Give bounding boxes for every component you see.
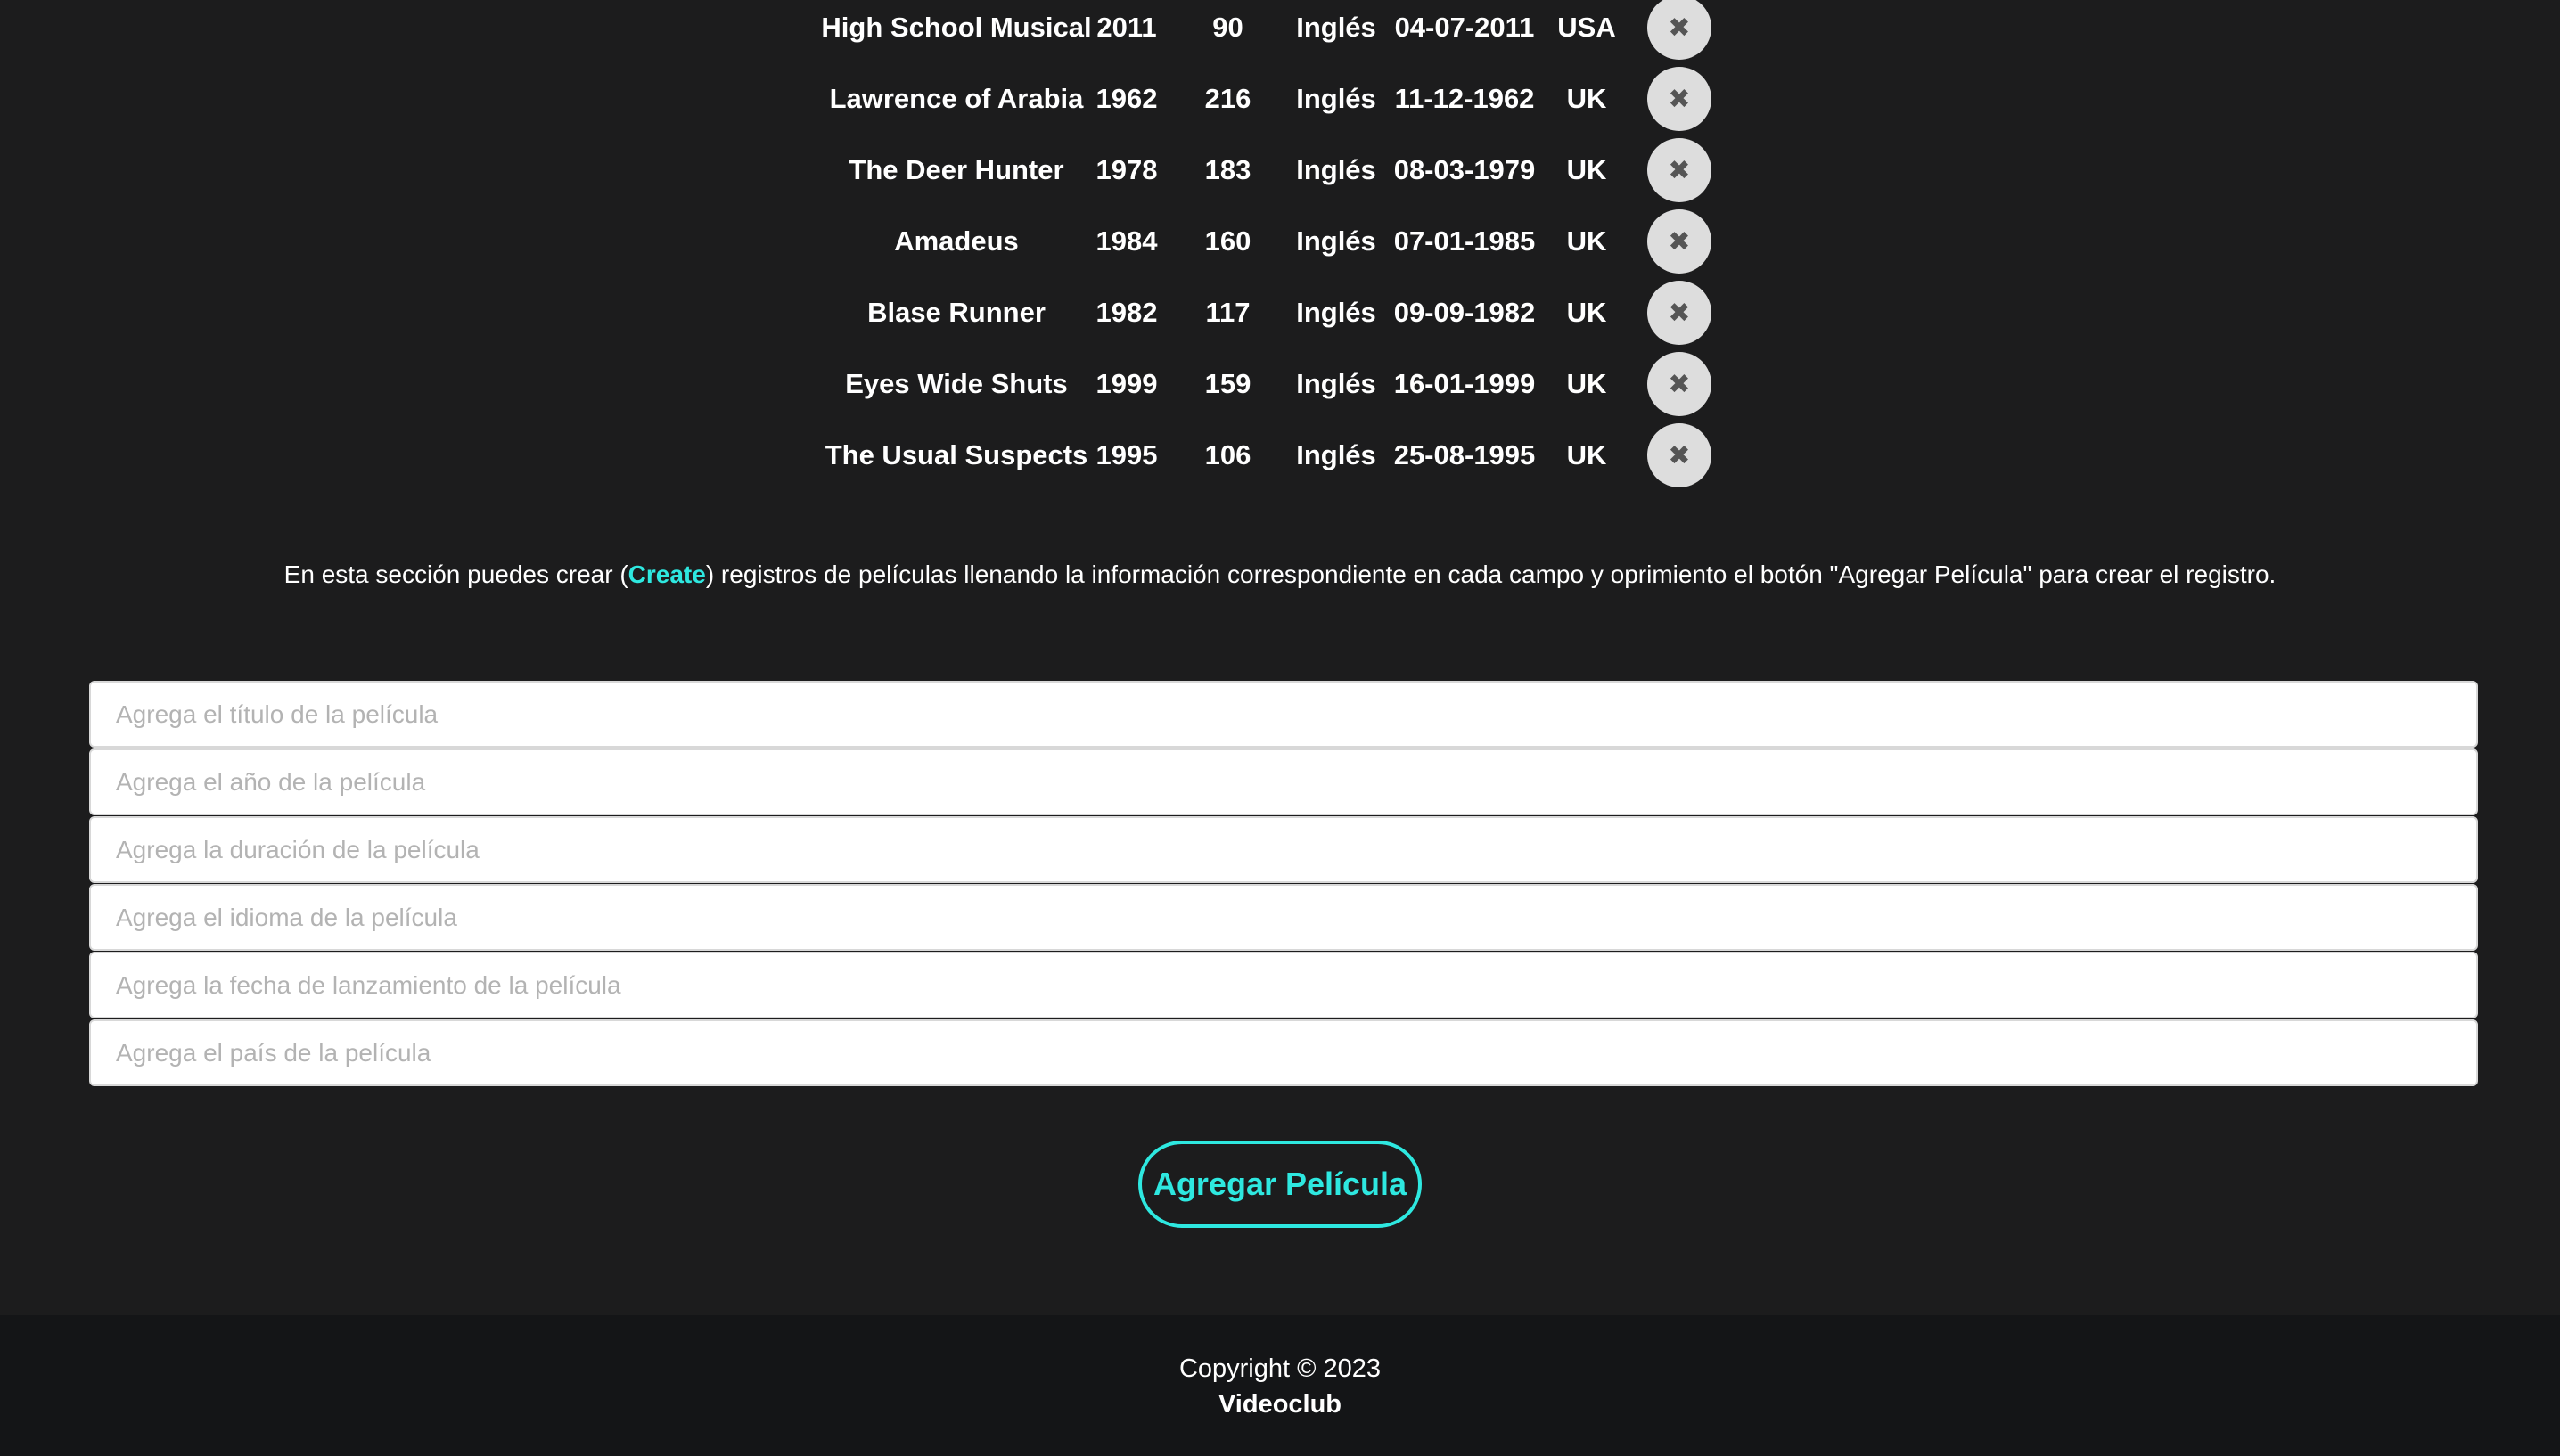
movie-release-date: 07-01-1985 [1393,225,1536,257]
description-text-after: ) registros de películas llenando la inf… [705,560,2277,588]
movie-country-input[interactable] [89,1019,2478,1086]
movie-year: 1999 [1095,368,1158,399]
close-icon: ✖ [1668,12,1691,44]
movie-language: Inglés [1296,83,1376,114]
movie-duration: 216 [1204,83,1251,114]
movie-duration: 90 [1212,12,1243,43]
movie-country: UK [1566,368,1607,399]
close-icon: ✖ [1668,298,1691,329]
movie-title: The Usual Suspects [825,439,1088,470]
movie-duration: 160 [1204,225,1251,257]
delete-movie-button[interactable]: ✖ [1647,0,1711,60]
delete-movie-button[interactable]: ✖ [1647,281,1711,345]
movie-duration: 117 [1205,297,1251,328]
movie-duration: 159 [1204,368,1251,399]
description-highlight: Create [628,560,706,588]
copyright-text: Copyright © 2023 [1178,1354,1382,1383]
close-icon: ✖ [1668,84,1691,115]
movie-title: High School Musical [821,12,1092,43]
table-row: Lawrence of Arabia 1962 216 Inglés 11-12… [0,67,2560,143]
movie-title: Lawrence of Arabia [829,83,1084,114]
movie-release-date: 11-12-1962 [1394,83,1535,114]
delete-movie-button[interactable]: ✖ [1647,138,1711,202]
create-section-description: En esta sección puedes crear (Create) re… [0,552,2560,597]
movie-title: The Deer Hunter [849,154,1064,185]
table-row: Blase Runner 1982 117 Inglés 09-09-1982 … [0,281,2560,356]
movie-country: UK [1566,154,1607,185]
movie-year: 1962 [1095,83,1158,114]
close-icon: ✖ [1668,440,1691,471]
movie-release-date-input[interactable] [89,952,2478,1018]
delete-movie-button[interactable]: ✖ [1647,209,1711,274]
movie-country: UK [1566,297,1607,328]
movie-year-input[interactable] [89,748,2478,815]
movie-release-date: 09-09-1982 [1393,297,1536,328]
movie-language-input[interactable] [89,884,2478,951]
movie-year: 1984 [1095,225,1158,257]
description-text-before: En esta sección puedes crear ( [283,560,628,588]
movie-duration-input[interactable] [89,816,2478,883]
delete-movie-button[interactable]: ✖ [1647,352,1711,416]
table-row: High School Musical 2011 90 Inglés 04-07… [0,0,2560,71]
close-icon: ✖ [1668,369,1691,400]
movie-language: Inglés [1296,154,1376,185]
movie-country: USA [1557,12,1616,43]
movie-country: UK [1566,439,1607,470]
movie-year: 2011 [1096,12,1157,43]
table-row: The Deer Hunter 1978 183 Inglés 08-03-19… [0,138,2560,214]
movie-title: Eyes Wide Shuts [845,368,1068,399]
delete-movie-button[interactable]: ✖ [1647,67,1711,131]
movie-country: UK [1566,225,1607,257]
movie-release-date: 04-07-2011 [1394,12,1535,43]
movie-language: Inglés [1296,439,1376,470]
footer: Copyright © 2023 Videoclub [0,1315,2560,1456]
add-movie-button[interactable]: Agregar Película [1138,1141,1422,1228]
movie-year: 1982 [1095,297,1158,328]
movie-release-date: 08-03-1979 [1393,154,1536,185]
movie-year: 1978 [1095,154,1158,185]
movie-country: UK [1566,83,1607,114]
add-movie-form [89,681,2478,1087]
movie-language: Inglés [1296,12,1376,43]
movie-duration: 183 [1204,154,1251,185]
table-row: Eyes Wide Shuts 1999 159 Inglés 16-01-19… [0,352,2560,428]
movie-year: 1995 [1095,439,1158,470]
movie-title: Amadeus [894,225,1019,257]
movie-release-date: 16-01-1999 [1393,368,1536,399]
close-icon: ✖ [1668,226,1691,258]
movie-language: Inglés [1296,225,1376,257]
movie-release-date: 25-08-1995 [1393,439,1536,470]
table-row: Amadeus 1984 160 Inglés 07-01-1985 UK ✖ [0,209,2560,285]
table-row: The Usual Suspects 1995 106 Inglés 25-08… [0,423,2560,499]
movie-duration: 106 [1204,439,1251,470]
brand-name: Videoclub [1218,1390,1342,1419]
delete-movie-button[interactable]: ✖ [1647,423,1711,487]
close-icon: ✖ [1668,155,1691,186]
movie-language: Inglés [1296,297,1376,328]
movie-language: Inglés [1296,368,1376,399]
movie-title-input[interactable] [89,681,2478,748]
movie-title: Blase Runner [867,297,1046,328]
